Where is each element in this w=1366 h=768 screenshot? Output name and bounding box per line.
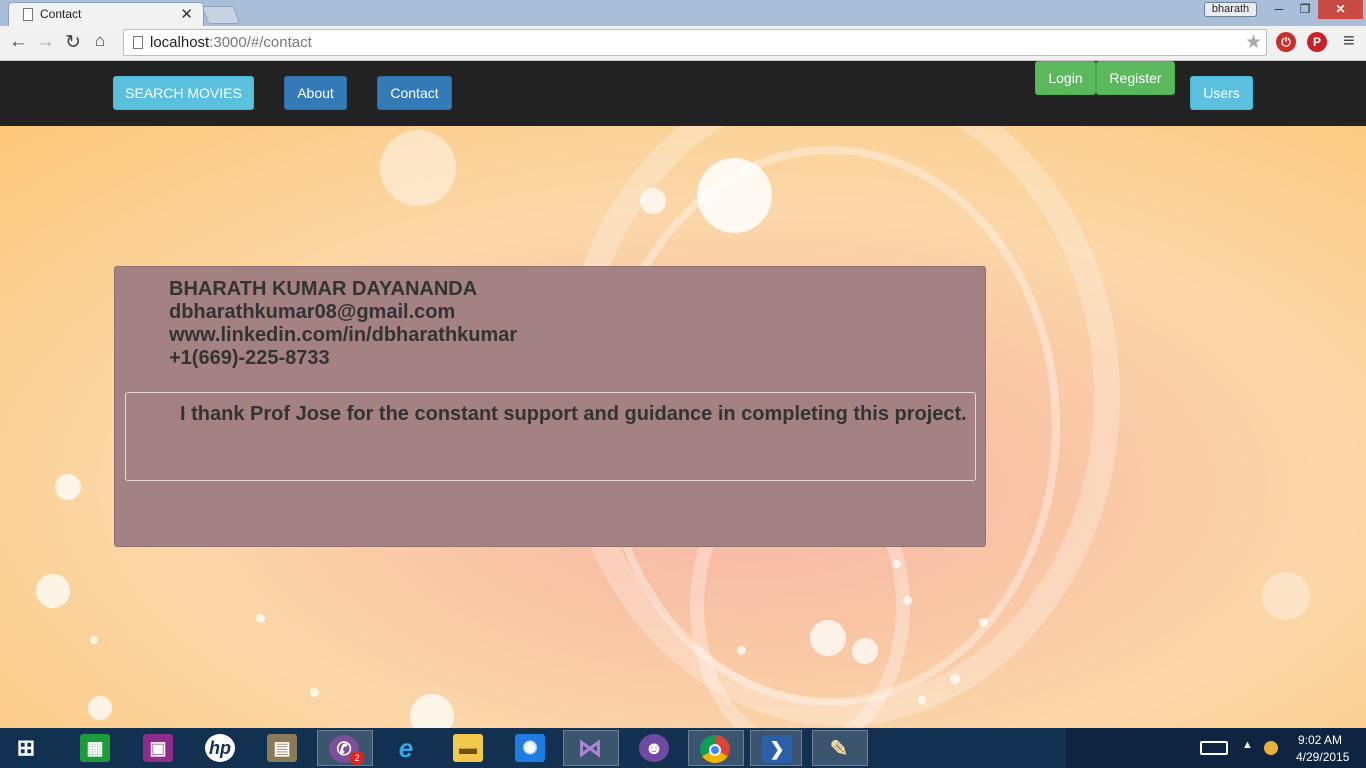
background-bubble bbox=[918, 696, 926, 704]
taskbar-paint[interactable]: ✎ bbox=[812, 730, 868, 766]
internet-explorer-icon: e bbox=[398, 733, 414, 763]
acknowledgement-box: I thank Prof Jose for the constant suppo… bbox=[125, 392, 976, 481]
address-path: :3000/#/contact bbox=[209, 34, 312, 51]
touch-keyboard-icon[interactable] bbox=[1200, 741, 1228, 755]
file-explorer-icon: ▬ bbox=[453, 734, 483, 762]
background-bubble bbox=[310, 688, 319, 697]
pinterest-icon[interactable]: P bbox=[1307, 32, 1327, 52]
taskbar-remote[interactable]: ▣ bbox=[132, 730, 184, 766]
taskbar-app-blue[interactable]: ✺ bbox=[504, 730, 556, 766]
menu-icon[interactable]: ≡ bbox=[1343, 30, 1355, 53]
contact-name: BHARATH KUMAR DAYANANDA bbox=[169, 278, 478, 300]
taskbar-hp[interactable]: hp bbox=[194, 730, 246, 766]
contact-email: dbharathkumar08@gmail.com bbox=[169, 301, 456, 323]
background-bubble bbox=[950, 674, 960, 684]
home-icon[interactable]: ⌂ bbox=[95, 31, 105, 51]
github-octocat-icon: ☻ bbox=[639, 734, 669, 762]
acknowledgement-text: I thank Prof Jose for the constant suppo… bbox=[180, 403, 967, 425]
register-button[interactable]: Register bbox=[1096, 61, 1175, 95]
background-bubble bbox=[90, 636, 98, 644]
page-icon bbox=[133, 36, 143, 49]
taskbar-chrome[interactable] bbox=[688, 730, 744, 766]
background-bubble bbox=[640, 188, 666, 214]
restore-button[interactable]: ❐ bbox=[1292, 0, 1318, 19]
hp-logo-icon: hp bbox=[205, 734, 235, 762]
close-window-button[interactable]: ✕ bbox=[1318, 0, 1363, 19]
reload-icon[interactable]: ↻ bbox=[65, 31, 81, 54]
taskbar-store[interactable]: ▦ bbox=[69, 730, 121, 766]
contact-button[interactable]: Contact bbox=[377, 76, 452, 110]
show-hidden-icons-icon[interactable]: ▲ bbox=[1242, 739, 1253, 751]
start-button[interactable]: ⊞ bbox=[0, 730, 50, 766]
star-icon[interactable]: ★ bbox=[1245, 31, 1262, 54]
background-bubble bbox=[1262, 572, 1310, 620]
remote-desktop-icon: ▣ bbox=[143, 734, 173, 762]
taskbar-visual-studio[interactable]: ⋈ bbox=[563, 730, 619, 766]
clock-date[interactable]: 4/29/2015 bbox=[1296, 750, 1349, 764]
browser-titlebar: Contact ✕ bharath ─ ❐ ✕ bbox=[0, 0, 1366, 26]
taskbar-explorer[interactable]: ▬ bbox=[442, 730, 494, 766]
background-bubble bbox=[55, 474, 81, 500]
taskbar-viber[interactable]: ✆ 2 bbox=[317, 730, 373, 766]
clock-time[interactable]: 9:02 AM bbox=[1298, 733, 1342, 747]
browser-tab-contact[interactable]: Contact ✕ bbox=[8, 2, 204, 26]
background-bubble bbox=[697, 158, 772, 233]
background-bubble bbox=[410, 694, 454, 728]
new-tab-button[interactable] bbox=[201, 6, 241, 24]
forward-arrow-icon[interactable]: → bbox=[36, 31, 55, 53]
login-button[interactable]: Login bbox=[1035, 61, 1096, 95]
about-button[interactable]: About bbox=[284, 76, 347, 110]
address-host: localhost bbox=[150, 34, 210, 51]
sun-settings-icon: ✺ bbox=[515, 734, 545, 762]
photos-icon: ▤ bbox=[267, 734, 297, 762]
store-icon: ▦ bbox=[80, 734, 110, 762]
chrome-icon bbox=[700, 735, 730, 763]
paint-palette-icon: ✎ bbox=[829, 736, 849, 761]
background-bubble bbox=[380, 130, 456, 206]
power-extension-icon[interactable]: ⏻ bbox=[1276, 32, 1296, 52]
background-bubble bbox=[893, 560, 901, 568]
background-bubble bbox=[36, 574, 70, 608]
background-bubble bbox=[88, 696, 112, 720]
notification-badge: 2 bbox=[350, 751, 364, 765]
taskbar-ie[interactable]: e bbox=[380, 730, 432, 766]
contact-panel: BHARATH KUMAR DAYANANDA dbharathkumar08@… bbox=[114, 266, 986, 547]
search-movies-button[interactable]: SEARCH MOVIES bbox=[113, 76, 254, 110]
back-arrow-icon[interactable]: ← bbox=[9, 31, 28, 53]
background-bubble bbox=[810, 620, 846, 656]
browser-toolbar: ← → ↻ ⌂ localhost:3000/#/contact ★ ⏻ P ≡ bbox=[0, 26, 1366, 61]
background-bubble bbox=[903, 596, 912, 605]
powershell-icon: ❯ bbox=[762, 735, 792, 763]
tab-close-icon[interactable]: ✕ bbox=[180, 5, 193, 23]
profile-badge[interactable]: bharath bbox=[1204, 2, 1257, 17]
page-background: BHARATH KUMAR DAYANANDA dbharathkumar08@… bbox=[0, 126, 1366, 728]
users-button[interactable]: Users bbox=[1190, 76, 1253, 110]
background-bubble bbox=[256, 614, 265, 623]
tab-title: Contact bbox=[40, 7, 82, 21]
taskbar-photos[interactable]: ▤ bbox=[256, 730, 308, 766]
contact-linkedin: www.linkedin.com/in/dbharathkumar bbox=[169, 324, 518, 346]
windows-taskbar: ⊞ ▦ ▣ hp ▤ ✆ 2 e ▬ ✺ ⋈ ☻ ❯ ✎ ▲ 9:02 AM 4… bbox=[0, 728, 1366, 768]
windows-logo-icon: ⊞ bbox=[16, 735, 36, 760]
system-tray: ▲ 9:02 AM 4/29/2015 bbox=[1066, 728, 1366, 768]
minimize-button[interactable]: ─ bbox=[1266, 0, 1292, 19]
contact-phone: +1(669)-225-8733 bbox=[169, 347, 330, 369]
background-bubble bbox=[737, 646, 746, 655]
background-bubble bbox=[979, 618, 988, 627]
network-icon[interactable] bbox=[1264, 741, 1278, 755]
page-icon bbox=[23, 8, 33, 21]
taskbar-powershell[interactable]: ❯ bbox=[750, 730, 802, 766]
background-bubble bbox=[852, 638, 878, 664]
visual-studio-icon: ⋈ bbox=[578, 735, 602, 762]
address-bar[interactable]: localhost:3000/#/contact ★ bbox=[123, 29, 1267, 56]
app-navbar: SEARCH MOVIES About Contact Login Regist… bbox=[0, 61, 1366, 126]
address-text[interactable]: localhost:3000/#/contact bbox=[150, 34, 312, 51]
taskbar-github[interactable]: ☻ bbox=[628, 730, 680, 766]
